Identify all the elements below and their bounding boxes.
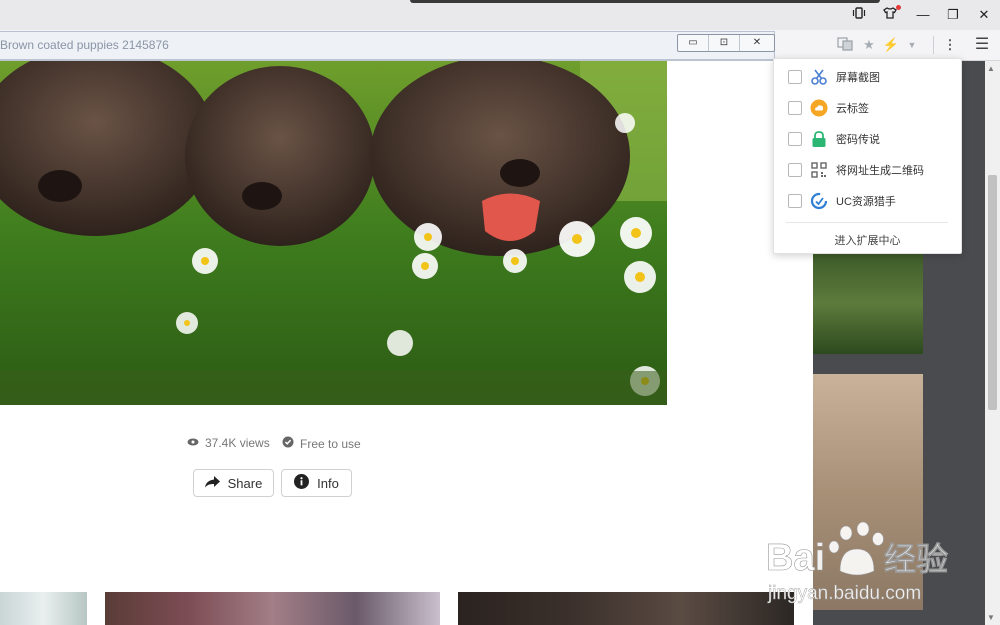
qr-code-icon — [810, 161, 828, 179]
extension-menu: 屏幕截图 云标签 密码传说 将网址生成二维码 UC资源猎手 进入扩展中心 — [773, 58, 962, 254]
info-icon — [294, 474, 310, 492]
menu-item-qr-code[interactable]: 将网址生成二维码 — [774, 155, 961, 185]
menu-item-label: 将网址生成二维码 — [836, 165, 924, 177]
menu-divider — [786, 222, 948, 223]
popup-window-controls: ▭ ⊡ ✕ — [677, 34, 775, 52]
notification-dot — [896, 5, 901, 10]
menu-item-checkbox[interactable] — [788, 101, 802, 115]
watermark-brand-tail: 经验 — [884, 541, 948, 577]
watermark-url: jingyan.baidu.com — [767, 583, 921, 604]
share-button[interactable]: Share — [193, 469, 274, 497]
scrollbar-thumb[interactable] — [988, 175, 997, 410]
chevron-down-icon[interactable]: ▼ — [903, 40, 921, 50]
menu-item-checkbox[interactable] — [788, 132, 802, 146]
related-photo-thumbnail[interactable] — [105, 592, 440, 625]
check-circle-icon — [282, 436, 294, 451]
share-arrow-icon — [204, 475, 220, 491]
menu-item-checkbox[interactable] — [788, 194, 802, 208]
uc-hunter-icon — [810, 192, 828, 210]
views-text: 37.4K views — [205, 436, 270, 450]
hero-photo[interactable] — [0, 61, 667, 405]
popup-window-title: Brown coated puppies 2145876 — [0, 38, 169, 52]
address-separator — [933, 36, 934, 54]
related-photo-thumbnail[interactable] — [458, 592, 794, 625]
menu-item-label: 密码传说 — [836, 134, 880, 146]
license-info: Free to use — [282, 436, 361, 451]
hamburger-icon[interactable]: ☰ — [973, 34, 991, 54]
star-icon[interactable]: ★ — [860, 37, 878, 53]
menu-item-password[interactable]: 密码传说 — [774, 124, 961, 154]
cloud-tag-icon — [810, 99, 828, 117]
popup-close-button[interactable]: ✕ — [740, 35, 774, 51]
license-text: Free to use — [300, 436, 361, 451]
lock-icon — [810, 130, 828, 148]
bolt-icon[interactable]: ⚡ — [882, 37, 900, 53]
scissors-icon — [810, 68, 828, 86]
menu-item-label: 屏幕截图 — [836, 72, 880, 84]
menu-item-label: 云标签 — [836, 103, 869, 115]
menu-item-checkbox[interactable] — [788, 163, 802, 177]
vibrate-icon[interactable] — [849, 6, 869, 24]
baidu-watermark: Bai 经验 jingyan.baidu.com — [760, 515, 990, 615]
menu-item-label: UC资源猎手 — [836, 196, 896, 208]
popup-minimize-button[interactable]: ▭ — [678, 35, 709, 51]
titlebar-strip — [410, 0, 880, 3]
popup-window-titlebar[interactable]: Brown coated puppies 2145876 ▭ ⊡ ✕ — [0, 31, 775, 63]
menu-item-cloud-tag[interactable]: 云标签 — [774, 93, 961, 123]
related-photo-thumbnail[interactable] — [0, 592, 87, 625]
info-button[interactable]: Info — [281, 469, 352, 497]
translate-icon[interactable] — [836, 37, 854, 54]
menu-item-screenshot[interactable]: 屏幕截图 — [774, 62, 961, 92]
photo-page — [0, 61, 813, 625]
menu-item-uc-hunter[interactable]: UC资源猎手 — [774, 186, 961, 216]
extension-center-link[interactable]: 进入扩展中心 — [774, 232, 961, 248]
watermark-brand: Bai — [766, 537, 825, 579]
eye-icon — [187, 436, 199, 450]
minimize-button[interactable]: — — [913, 6, 933, 24]
menu-item-checkbox[interactable] — [788, 70, 802, 84]
restore-button[interactable]: ❐ — [943, 6, 963, 24]
share-label: Share — [227, 475, 263, 491]
browser-titlebar: — ❐ ✕ — [0, 0, 1000, 30]
gallery-photo[interactable] — [813, 252, 923, 354]
scroll-up-arrow[interactable]: ▲ — [987, 64, 995, 73]
more-vert-icon[interactable]: ⋮ — [941, 37, 959, 53]
popup-restore-button[interactable]: ⊡ — [709, 35, 740, 51]
views-count: 37.4K views — [187, 436, 270, 450]
info-label: Info — [317, 475, 339, 491]
close-button[interactable]: ✕ — [974, 6, 994, 24]
